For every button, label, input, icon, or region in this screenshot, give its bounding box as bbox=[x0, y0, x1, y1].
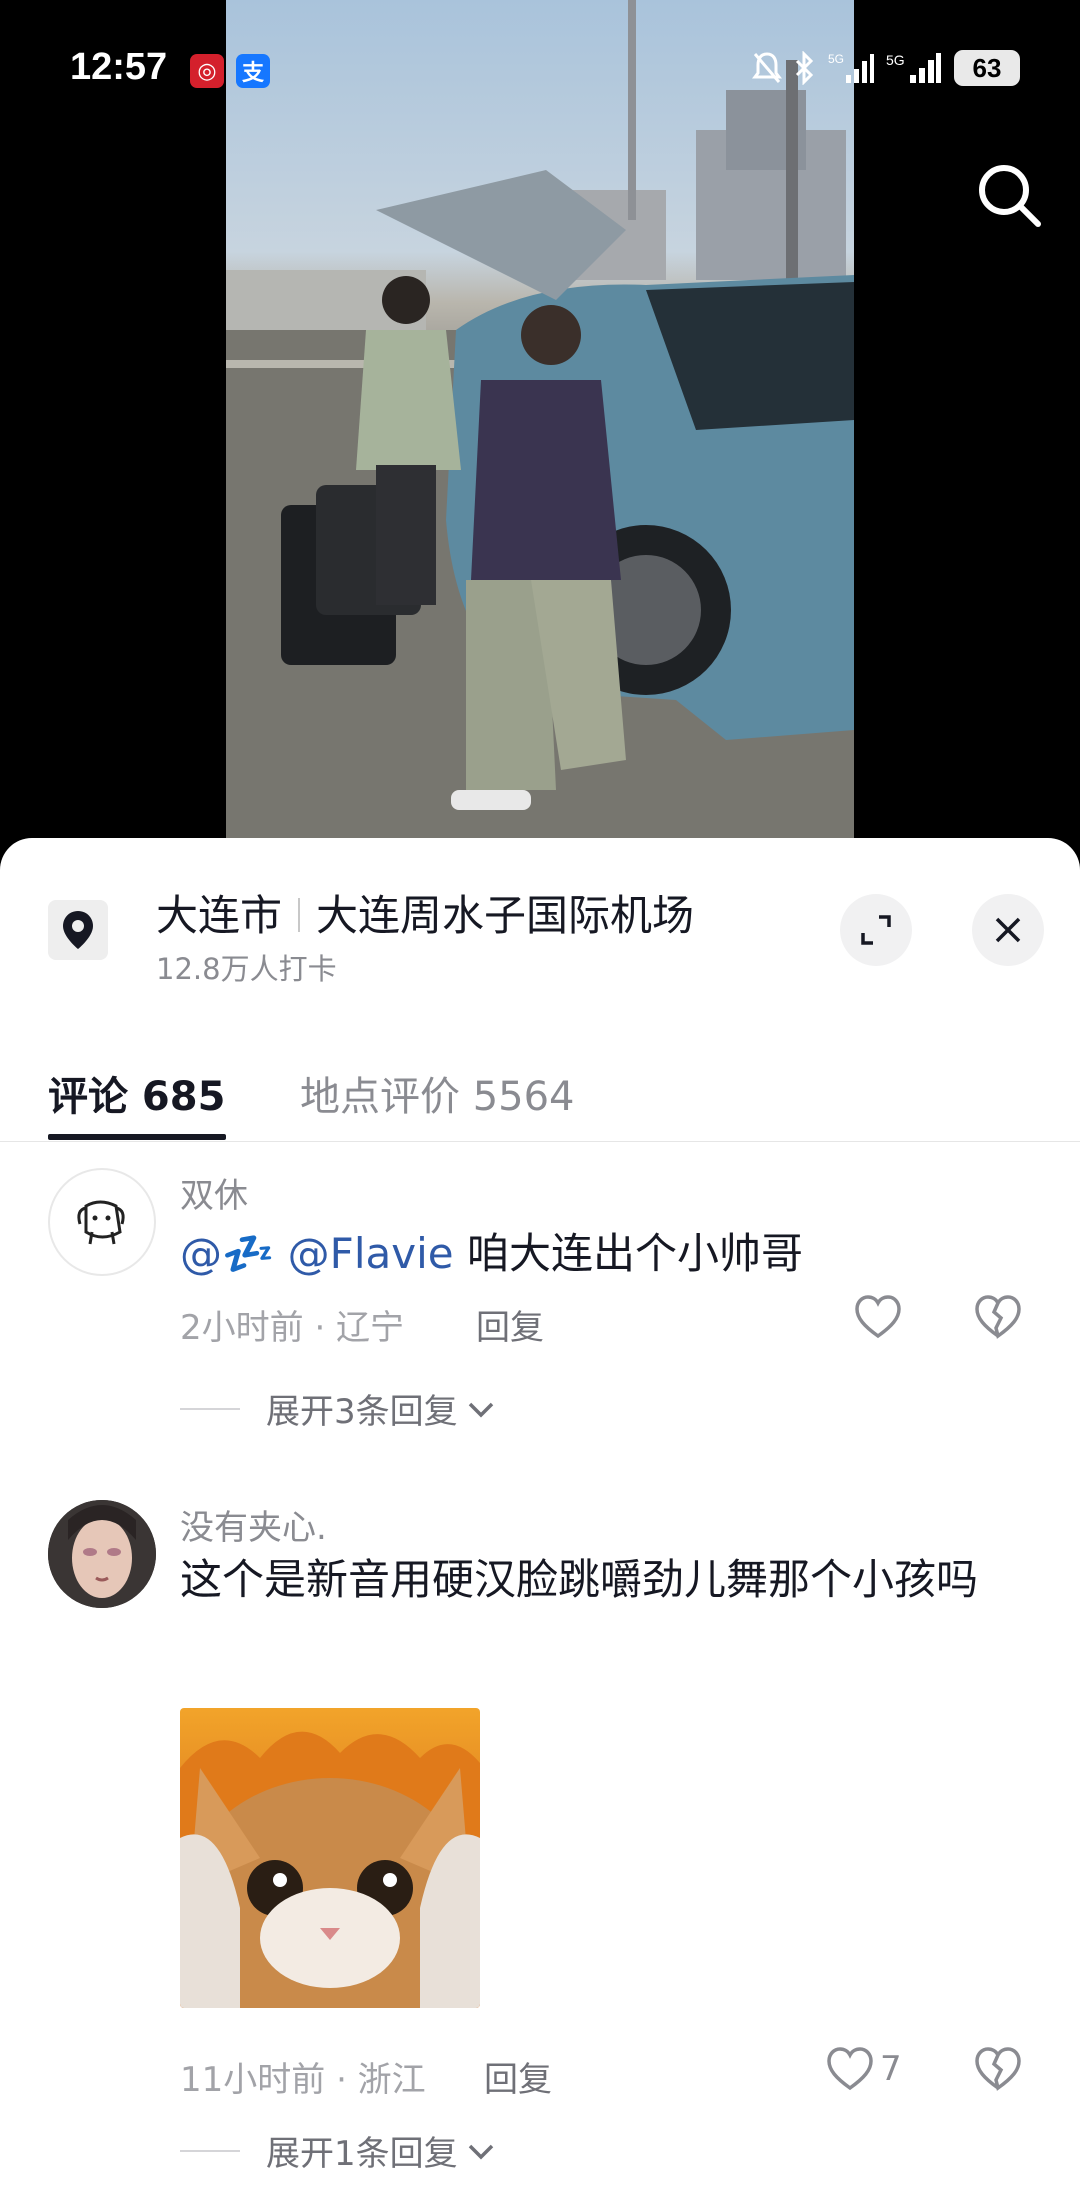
svg-text:5G: 5G bbox=[828, 52, 844, 66]
tab-bar: 评论 685 地点评价 5564 bbox=[0, 1046, 1080, 1142]
bank-app-icon: ◎ bbox=[190, 54, 224, 88]
avatar[interactable] bbox=[48, 1168, 156, 1276]
expand-sheet-button[interactable] bbox=[840, 894, 912, 966]
comments-sheet: 大连市大连周水子国际机场 12.8万人打卡 评论 685 地点评价 5564 bbox=[0, 838, 1080, 2185]
like-count: 7 bbox=[880, 2049, 902, 2089]
like-button[interactable]: 7 bbox=[826, 2046, 902, 2092]
expand-replies-button[interactable]: 展开1条回复 bbox=[180, 2126, 498, 2175]
status-indicators: 5G 5G 63 bbox=[752, 50, 1020, 86]
heart-icon bbox=[855, 1295, 901, 1339]
location-pin-icon bbox=[48, 900, 108, 960]
expand-icon bbox=[861, 915, 891, 945]
location-place: 大连周水子国际机场 bbox=[316, 891, 695, 940]
cat-sticker-image[interactable] bbox=[180, 1708, 480, 2008]
tab-place-reviews[interactable]: 地点评价 5564 bbox=[300, 1064, 575, 1122]
title-divider bbox=[298, 898, 301, 932]
signal-icon-1: 5G bbox=[828, 52, 874, 83]
comment-item: 没有夹心. 这个是新音用硬汉脸跳嚼劲儿舞那个小孩吗 11小时前 · 浙江 回复 … bbox=[0, 1500, 1080, 2180]
video-player[interactable]: 12:57 ◎ 支 5G 5G 63 bbox=[0, 0, 1080, 840]
comment-meta: 11小时前 · 浙江 bbox=[180, 2060, 426, 2100]
comment-item: 双休 @💤 @Flavie 咱大连出个小帅哥 2小时前 · 辽宁 回复 展开3条… bbox=[0, 1168, 1080, 1468]
svg-text:5G: 5G bbox=[886, 52, 905, 68]
reply-button[interactable]: 回复 bbox=[476, 1300, 544, 1349]
broken-heart-icon bbox=[975, 2047, 1021, 2091]
signal-icon-2: 5G bbox=[886, 52, 941, 83]
comment-text: @💤 @Flavie 咱大连出个小帅哥 bbox=[180, 1224, 1000, 1284]
dog-avatar-icon bbox=[77, 1200, 125, 1245]
reply-button[interactable]: 回复 bbox=[484, 2052, 552, 2101]
search-button[interactable] bbox=[970, 156, 1050, 236]
avatar[interactable] bbox=[48, 1500, 156, 1608]
comment-meta: 2小时前 · 辽宁 bbox=[180, 1308, 405, 1348]
mute-icon bbox=[752, 52, 782, 83]
checkin-count: 12.8万人打卡 bbox=[156, 952, 337, 986]
close-button[interactable] bbox=[972, 894, 1044, 966]
battery-indicator: 63 bbox=[954, 50, 1020, 86]
alipay-icon: 支 bbox=[236, 54, 270, 88]
location-city: 大连市 bbox=[156, 891, 283, 940]
status-time: 12:57 bbox=[70, 46, 168, 88]
broken-heart-icon bbox=[975, 1295, 1021, 1339]
dislike-button[interactable] bbox=[974, 1294, 1022, 1344]
mention-link[interactable]: @Flavie bbox=[288, 1229, 454, 1278]
chevron-down-icon bbox=[468, 2144, 493, 2159]
cat-meme-icon bbox=[180, 1708, 480, 2008]
close-icon bbox=[995, 917, 1021, 943]
comment-body: 咱大连出个小帅哥 bbox=[466, 1229, 803, 1278]
expand-replies-button[interactable]: 展开3条回复 bbox=[180, 1384, 498, 1433]
tab-comments[interactable]: 评论 685 bbox=[48, 1064, 225, 1122]
comment-text: 这个是新音用硬汉脸跳嚼劲儿舞那个小孩吗 bbox=[180, 1555, 979, 1604]
expand-replies-label: 展开3条回复 bbox=[266, 1392, 458, 1432]
search-icon bbox=[979, 165, 1041, 227]
comment-username[interactable]: 双休 bbox=[180, 1168, 248, 1217]
divider-dash bbox=[180, 2149, 240, 2152]
dislike-button[interactable] bbox=[974, 2046, 1022, 2096]
status-bar: 12:57 ◎ 支 5G 5G 63 bbox=[0, 0, 1080, 140]
heart-icon bbox=[827, 2047, 873, 2091]
like-button[interactable] bbox=[854, 1294, 908, 1340]
location-title[interactable]: 大连市 大连周水子国际机场 bbox=[156, 882, 694, 943]
active-tab-indicator bbox=[48, 1134, 226, 1140]
divider-dash bbox=[180, 1407, 240, 1410]
comment-username[interactable]: 没有夹心. bbox=[180, 1500, 327, 1549]
expand-replies-label: 展开1条回复 bbox=[266, 2134, 458, 2174]
bluetooth-icon bbox=[795, 51, 814, 85]
mention-link[interactable]: @💤 bbox=[180, 1229, 274, 1278]
portrait-avatar-icon bbox=[48, 1500, 156, 1608]
chevron-down-icon bbox=[468, 1402, 493, 1417]
